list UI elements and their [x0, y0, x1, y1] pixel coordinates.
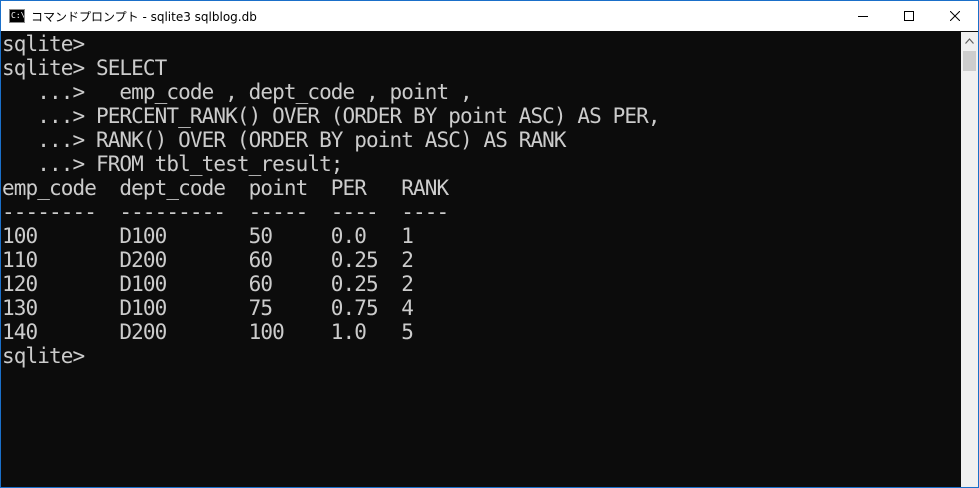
scroll-up-button[interactable] — [961, 32, 978, 49]
console-output[interactable]: sqlite> sqlite> SELECT ...> emp_code , d… — [2, 32, 961, 487]
minimize-button[interactable] — [840, 1, 886, 31]
window-title: コマンドプロンプト - sqlite3 sqlblog.db — [31, 9, 257, 24]
scrollbar-thumb[interactable] — [963, 51, 976, 71]
console-line: ...> emp_code , dept_code , point , — [2, 80, 472, 104]
minimize-icon — [858, 16, 868, 17]
result-header: emp_code dept_code point PER RANK — [2, 176, 449, 200]
maximize-icon — [904, 11, 914, 21]
command-prompt-window: C:\. コマンドプロンプト - sqlite3 sqlblog.db sqli… — [0, 0, 979, 488]
result-row: 110 D200 60 0.25 2 — [2, 248, 414, 272]
result-row: 100 D100 50 0.0 1 — [2, 224, 414, 248]
console-line: sqlite> — [2, 32, 85, 56]
close-button[interactable] — [932, 1, 978, 31]
chevron-up-icon — [965, 37, 974, 44]
console-line: sqlite> SELECT — [2, 56, 167, 80]
vertical-scrollbar[interactable] — [961, 32, 978, 487]
maximize-button[interactable] — [886, 1, 932, 31]
console-line: ...> RANK() OVER (ORDER BY point ASC) AS… — [2, 128, 566, 152]
result-row: 120 D100 60 0.25 2 — [2, 272, 414, 296]
result-separator: -------- --------- ----- ---- ---- — [2, 200, 449, 224]
console-prompt[interactable]: sqlite> — [2, 344, 961, 368]
title-bar[interactable]: C:\. コマンドプロンプト - sqlite3 sqlblog.db — [1, 1, 978, 31]
result-row: 130 D100 75 0.75 4 — [2, 296, 414, 320]
result-row: 140 D200 100 1.0 5 — [2, 320, 414, 344]
cmd-icon[interactable]: C:\. — [9, 9, 25, 23]
console-line: ...> FROM tbl_test_result; — [2, 152, 343, 176]
console-line: ...> PERCENT_RANK() OVER (ORDER BY point… — [2, 104, 660, 128]
close-icon — [950, 11, 960, 21]
window-controls — [840, 1, 978, 31]
